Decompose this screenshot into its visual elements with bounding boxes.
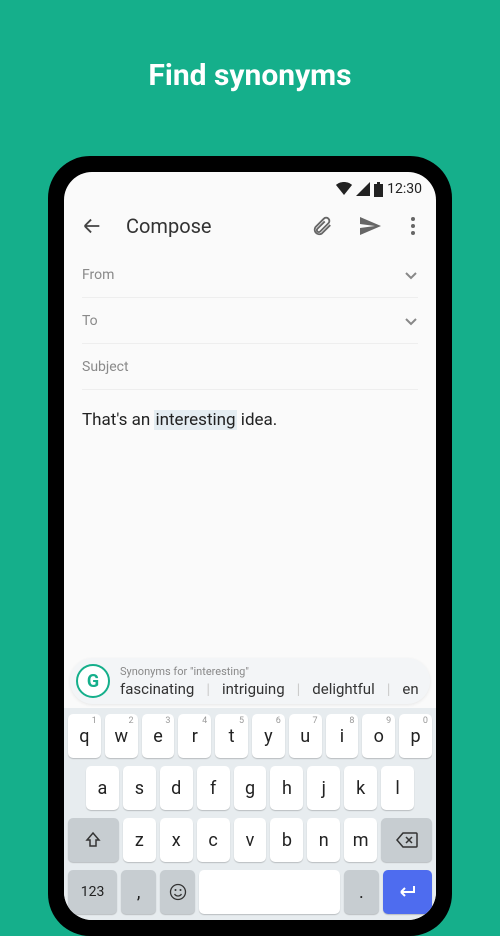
to-label: To <box>82 313 98 329</box>
more-vert-icon <box>411 217 415 235</box>
key-w[interactable]: w2 <box>105 714 138 758</box>
attach-button[interactable] <box>308 212 336 240</box>
paperclip-icon <box>311 215 333 237</box>
to-field[interactable]: To <box>82 298 418 344</box>
key-h[interactable]: h <box>270 766 303 810</box>
key-t[interactable]: t5 <box>215 714 248 758</box>
key-u[interactable]: u7 <box>289 714 322 758</box>
body-text-after: idea. <box>237 410 278 430</box>
body-text-before: That's an <box>82 410 154 430</box>
back-arrow-icon <box>81 215 103 237</box>
key-v[interactable]: v <box>234 818 267 862</box>
key-x[interactable]: x <box>160 818 193 862</box>
wifi-icon <box>336 182 352 196</box>
key-b[interactable]: b <box>270 818 303 862</box>
chevron-down-icon <box>404 314 418 328</box>
selected-word[interactable]: interesting <box>154 410 236 430</box>
key-o[interactable]: o9 <box>362 714 395 758</box>
back-button[interactable] <box>78 212 106 240</box>
suggestion-title: Synonyms for "interesting" <box>120 665 420 678</box>
key-c[interactable]: c <box>197 818 230 862</box>
key-m[interactable]: m <box>344 818 377 862</box>
battery-icon <box>374 182 383 197</box>
grammarly-icon[interactable]: G <box>76 664 110 698</box>
app-bar: Compose <box>64 202 436 250</box>
key-z[interactable]: z <box>123 818 156 862</box>
phone-screen: 12:30 Compose From To <box>64 172 436 920</box>
send-button[interactable] <box>356 212 384 240</box>
suggestion-item[interactable]: fascinating <box>120 680 206 698</box>
shift-icon <box>84 831 102 849</box>
enter-icon <box>397 884 417 900</box>
suggestion-list: fascinating | intriguing | delightful | … <box>120 680 420 698</box>
key-f[interactable]: f <box>197 766 230 810</box>
key-r[interactable]: r4 <box>178 714 211 758</box>
space-key[interactable] <box>199 870 339 914</box>
emoji-key[interactable] <box>160 870 195 914</box>
status-time: 12:30 <box>387 181 422 197</box>
comma-key[interactable]: , <box>121 870 156 914</box>
subject-label: Subject <box>82 359 129 375</box>
send-icon <box>358 214 382 238</box>
compose-body[interactable]: That's an interesting idea. <box>64 390 436 450</box>
key-j[interactable]: j <box>307 766 340 810</box>
key-d[interactable]: d <box>160 766 193 810</box>
key-g[interactable]: g <box>234 766 267 810</box>
app-bar-title: Compose <box>126 214 288 238</box>
numbers-key[interactable]: 123 <box>68 870 117 914</box>
key-p[interactable]: p0 <box>399 714 432 758</box>
key-q[interactable]: q1 <box>68 714 101 758</box>
status-bar: 12:30 <box>64 172 436 202</box>
key-n[interactable]: n <box>307 818 340 862</box>
compose-fields: From To Subject <box>64 250 436 390</box>
backspace-icon <box>396 832 418 848</box>
from-label: From <box>82 267 114 283</box>
subject-field[interactable]: Subject <box>82 344 418 390</box>
suggestion-item[interactable]: en <box>390 680 420 698</box>
emoji-icon <box>169 883 187 901</box>
key-s[interactable]: s <box>123 766 156 810</box>
key-a[interactable]: a <box>86 766 119 810</box>
key-k[interactable]: k <box>344 766 377 810</box>
synonym-suggestion-bar: G Synonyms for "interesting" fascinating… <box>70 658 430 704</box>
suggestion-item[interactable]: delightful <box>300 680 386 698</box>
signal-icon <box>356 182 370 196</box>
enter-key[interactable] <box>383 870 432 914</box>
suggestion-item[interactable]: intriguing <box>210 680 297 698</box>
backspace-key[interactable] <box>381 818 432 862</box>
key-l[interactable]: l <box>381 766 414 810</box>
promo-headline: Find synonyms <box>0 0 500 93</box>
key-e[interactable]: e3 <box>142 714 175 758</box>
chevron-down-icon <box>404 268 418 282</box>
key-i[interactable]: i8 <box>326 714 359 758</box>
phone-frame: 12:30 Compose From To <box>48 156 452 936</box>
key-y[interactable]: y6 <box>252 714 285 758</box>
keyboard: q1w2e3r4t5y6u7i8o9p0 asdfghjkl zxcvbnm 1… <box>64 708 436 920</box>
more-button[interactable] <box>404 212 422 240</box>
shift-key[interactable] <box>68 818 119 862</box>
from-field[interactable]: From <box>82 252 418 298</box>
period-key[interactable]: . <box>344 870 379 914</box>
